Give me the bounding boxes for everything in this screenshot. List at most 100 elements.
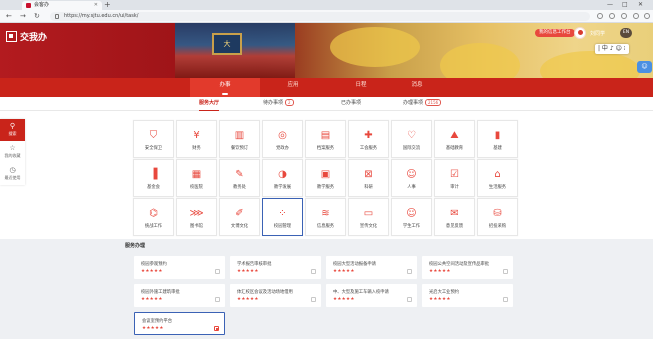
tile-label: 校医院: [190, 185, 203, 190]
profile-icon[interactable]: [621, 13, 627, 19]
forward-icon[interactable]: →: [20, 11, 26, 22]
favorite-icon[interactable]: [503, 297, 508, 302]
exchange-icon: ♡: [407, 130, 416, 141]
favorite-icon[interactable]: [215, 269, 220, 274]
service-tile[interactable]: ☑ 审计: [434, 159, 475, 197]
favorite-icon[interactable]: [311, 269, 316, 274]
tab-todo[interactable]: 待办事项 2: [263, 97, 294, 111]
new-tab-button[interactable]: +: [104, 0, 111, 10]
clock-icon: ◷: [9, 166, 16, 174]
service-tile[interactable]: ⁘ 校园管理: [262, 198, 303, 236]
service-tile[interactable]: ⛉ 安全保卫: [133, 120, 174, 158]
service-card[interactable]: 会议室预约平台 ★★★★★: [134, 312, 225, 335]
sidebar-item-label: 搜索: [8, 131, 17, 136]
service-tile[interactable]: ✐ 文博文化: [219, 198, 260, 236]
nav-item-handle-affairs[interactable]: 办事: [190, 78, 260, 97]
personnel-icon: ☺: [406, 169, 417, 180]
sidebar-item-recent[interactable]: ◷ 最近使用: [0, 163, 25, 185]
service-card[interactable]: 校园外施工建筑审批 ★★★★★: [134, 284, 225, 307]
sidebar-item-favorites[interactable]: ☆ 我的收藏: [0, 141, 25, 163]
union-icon: ✚: [364, 130, 373, 141]
service-tile[interactable]: ⋙ 图书馆: [176, 198, 217, 236]
nav-item-apps[interactable]: 应用: [258, 78, 328, 97]
service-tile[interactable]: ♡ 国际交流: [391, 120, 432, 158]
assistant-button[interactable]: ☺: [637, 61, 652, 73]
more-icon[interactable]: [644, 13, 650, 19]
party-icon: ◎: [278, 130, 287, 141]
service-card[interactable]: 体汇校区会议及活动场地借用 ★★★★★: [230, 284, 321, 307]
service-tile[interactable]: ⛰ 基础教育: [434, 120, 475, 158]
service-tile[interactable]: ▐ 基金会: [133, 159, 174, 197]
tile-label: 图书馆: [190, 224, 203, 229]
service-tile[interactable]: ⌬ 统战工作: [133, 198, 174, 236]
tab-done[interactable]: 已办事项: [341, 97, 361, 111]
service-tile[interactable]: ⛁ 招投采购: [477, 198, 518, 236]
card-title: 校园外施工建筑审批: [141, 290, 180, 295]
service-tile[interactable]: ✉ 意见反馈: [434, 198, 475, 236]
service-tile[interactable]: ≋ 信息服务: [305, 198, 346, 236]
service-tile[interactable]: ☺ 人事: [391, 159, 432, 197]
favorite-icon[interactable]: [311, 297, 316, 302]
tab-handled[interactable]: 办理事项 2156: [403, 97, 442, 111]
avatar[interactable]: [574, 27, 586, 39]
input-method-toolbar[interactable]: | 中 ♪ ☺ ⁝: [595, 44, 629, 54]
tile-label: 工会服务: [359, 146, 378, 151]
service-tile[interactable]: ⌂ 生活服务: [477, 159, 518, 197]
service-tile[interactable]: ☺ 学生工作: [391, 198, 432, 236]
username[interactable]: 刘同学: [590, 30, 605, 37]
tile-label: 统战工作: [144, 224, 163, 229]
service-card[interactable]: 校园大型活动报备申请 ★★★★★: [326, 256, 417, 279]
service-tile[interactable]: ▮ 基建: [477, 120, 518, 158]
back-icon[interactable]: ←: [6, 11, 12, 22]
finance-icon: ¥: [193, 130, 200, 141]
academic-icon: ✎: [235, 169, 244, 180]
sidebar-item-search[interactable]: ⚲ 搜索: [0, 119, 25, 141]
site-logo[interactable]: 交我办: [6, 30, 47, 43]
service-tile[interactable]: ▤ 档案服务: [305, 120, 346, 158]
reload-icon[interactable]: ↻: [34, 11, 40, 22]
service-tile[interactable]: ▦ 校医院: [176, 159, 217, 197]
service-tile[interactable]: ¥ 财务: [176, 120, 217, 158]
service-tile[interactable]: ◑ 教学发展: [262, 159, 303, 197]
service-tile[interactable]: ✚ 工会服务: [348, 120, 389, 158]
extensions-icon[interactable]: [633, 13, 639, 19]
tile-label: 财务: [192, 146, 201, 151]
favorite-icon[interactable]: [214, 326, 219, 331]
rating-stars: ★★★★★: [429, 269, 451, 274]
service-tile[interactable]: ◎ 党政办: [262, 120, 303, 158]
service-card[interactable]: 校园参观预约 ★★★★★: [134, 256, 225, 279]
language-toggle[interactable]: EN: [620, 28, 632, 38]
favorite-icon[interactable]: [407, 297, 412, 302]
browser-tab[interactable]: 会客办 ✕: [22, 1, 102, 10]
maximize-button[interactable]: □: [622, 0, 628, 10]
main-nav: 办事 应用 日程 消息: [0, 78, 653, 97]
favorite-icon[interactable]: [407, 269, 412, 274]
publicity-icon: ▭: [363, 208, 374, 219]
service-tile[interactable]: ✎ 教务处: [219, 159, 260, 197]
collections-icon[interactable]: [609, 13, 615, 19]
service-tile[interactable]: ▣ 教学服务: [305, 159, 346, 197]
service-card[interactable]: 中、大型及施工车辆入校申请 ★★★★★: [326, 284, 417, 307]
minimize-button[interactable]: —: [607, 0, 613, 10]
browser-tab-strip: 会客办 ✕ + — □ ✕: [0, 0, 653, 10]
tab-service-hall[interactable]: 服务大厅: [199, 97, 220, 111]
tile-label: 档案服务: [316, 146, 335, 151]
notice-button[interactable]: 我的信息工作台: [535, 29, 575, 37]
close-window-button[interactable]: ✕: [638, 0, 643, 10]
nav-item-messages[interactable]: 消息: [382, 78, 452, 97]
favorite-icon[interactable]: [215, 297, 220, 302]
favicon-icon: [26, 3, 31, 8]
service-card[interactable]: 光启大工业预约 ★★★★★: [422, 284, 513, 307]
service-tile[interactable]: ⊠ 科研: [348, 159, 389, 197]
service-card[interactable]: 校园公共空间活动及宣传品审批 ★★★★★: [422, 256, 513, 279]
archive-icon: ▤: [320, 130, 331, 141]
close-tab-icon[interactable]: ✕: [94, 1, 98, 10]
tile-label: 信息服务: [316, 224, 335, 229]
service-card[interactable]: 学术报告审核审批 ★★★★★: [230, 256, 321, 279]
favorites-icon[interactable]: [597, 13, 603, 19]
rating-stars: ★★★★★: [141, 297, 163, 302]
url-field[interactable]: https://my.sjtu.edu.cn/ui/task/: [50, 12, 590, 21]
favorite-icon[interactable]: [503, 269, 508, 274]
service-tile[interactable]: ▭ 宣传文化: [348, 198, 389, 236]
service-tile[interactable]: ▥ 餐饮预订: [219, 120, 260, 158]
